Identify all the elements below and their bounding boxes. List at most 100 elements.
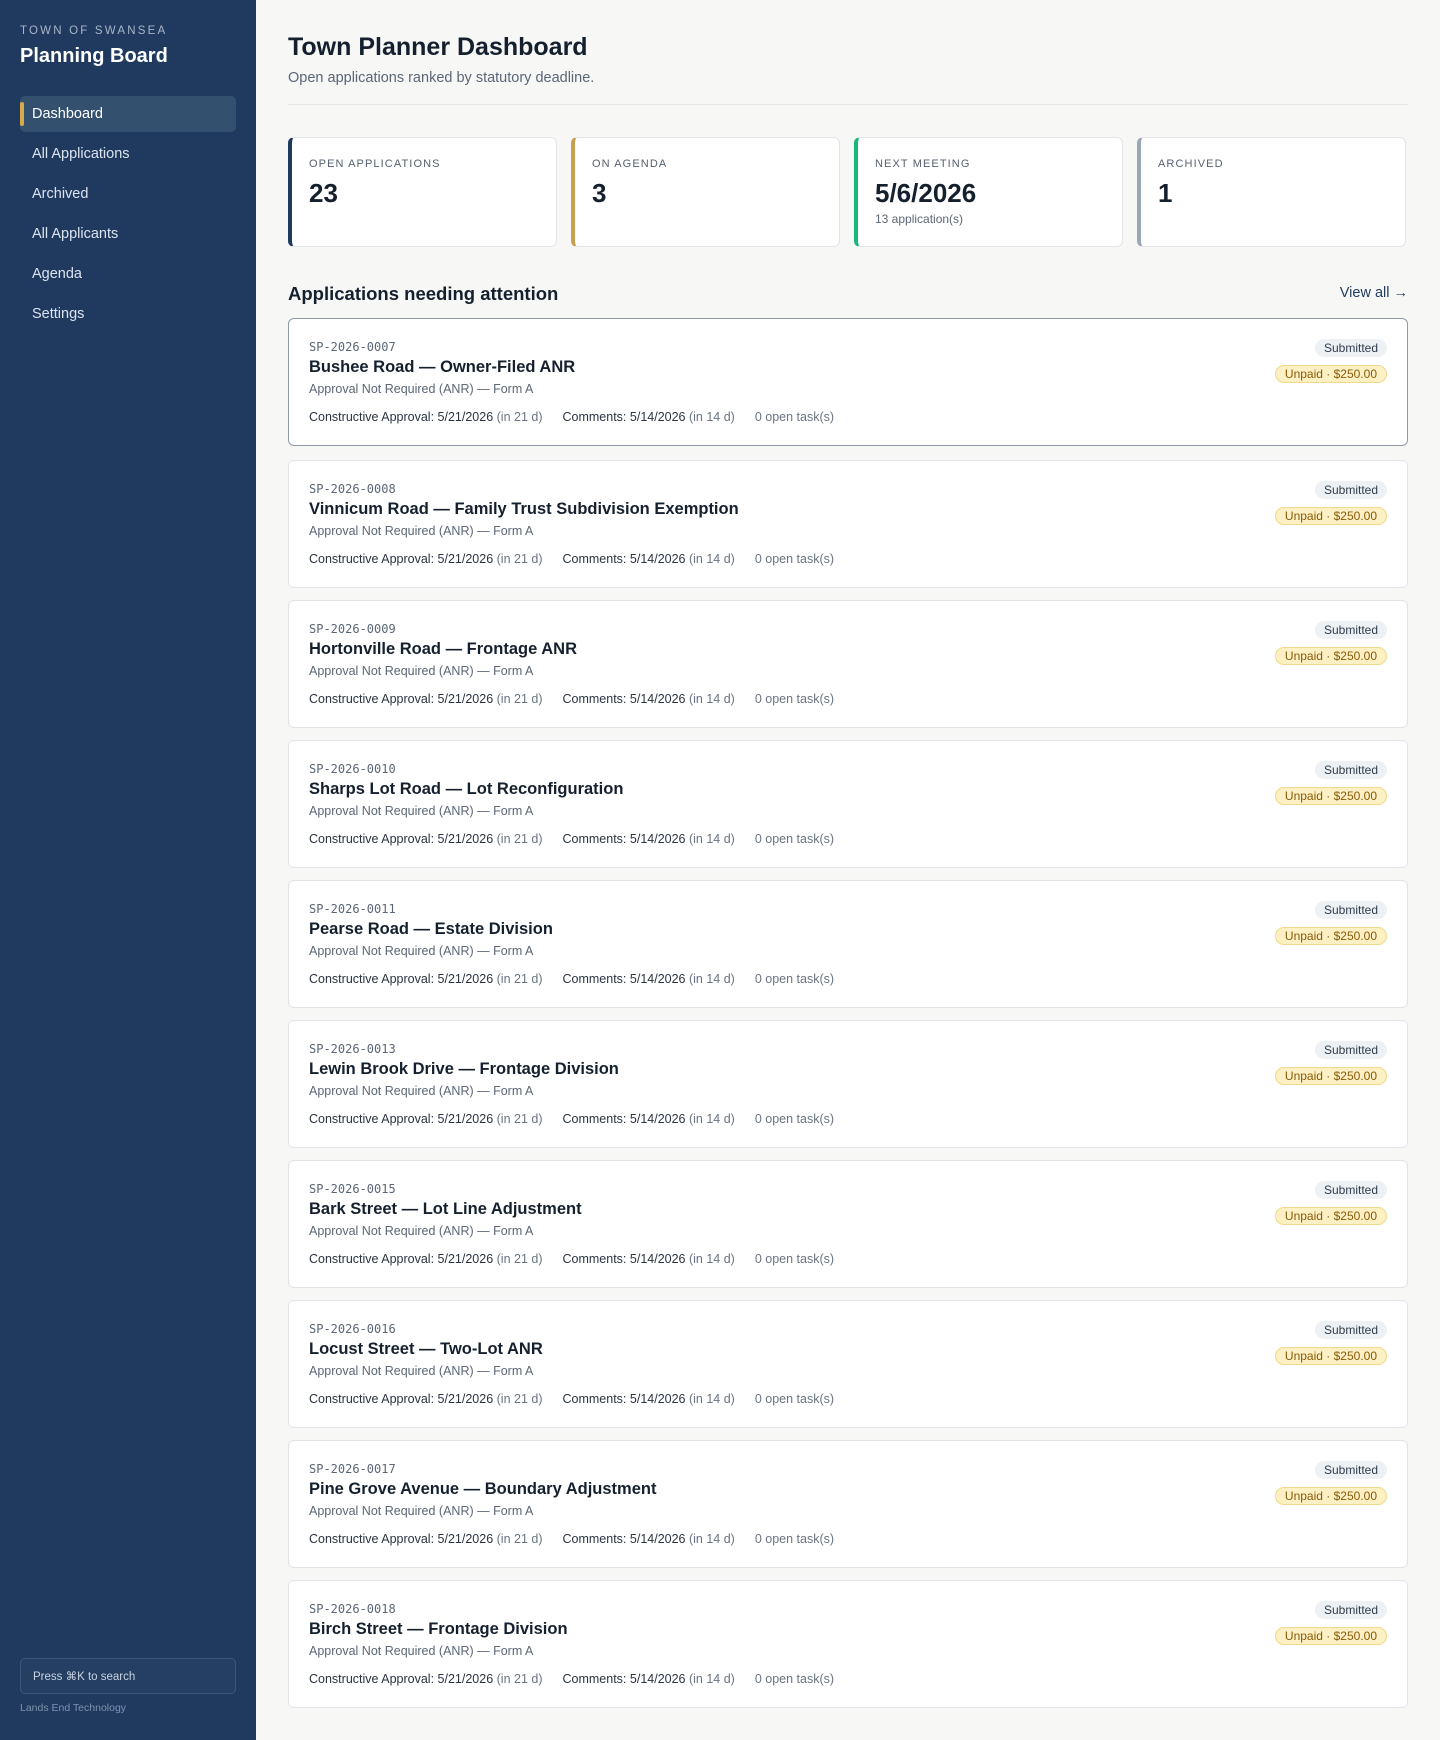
status-badge: Submitted bbox=[1314, 481, 1387, 499]
comments-relative: (in 14 d) bbox=[688, 1252, 735, 1266]
application-type: Approval Not Required (ANR) — Form A bbox=[309, 382, 534, 396]
open-tasks-count: 0 open task(s) bbox=[754, 832, 835, 846]
application-card[interactable]: SP-2026-0010 Sharps Lot Road — Lot Reconf… bbox=[288, 740, 1408, 868]
header-divider bbox=[288, 104, 1408, 105]
constructive-approval-label: Constructive Approval: bbox=[309, 1532, 435, 1546]
open-tasks-count: 0 open task(s) bbox=[754, 972, 835, 986]
application-card[interactable]: SP-2026-0011 Pearse Road — Estate Divisio… bbox=[288, 880, 1408, 1008]
stat-value: 3 bbox=[592, 178, 607, 208]
stats-row: OPEN APPLICATIONS 23 ON AGENDA 3 NEXT ME… bbox=[288, 137, 1408, 247]
application-title[interactable]: Bushee Road — Owner-Filed ANR bbox=[309, 358, 575, 377]
application-title[interactable]: Lewin Brook Drive — Frontage Division bbox=[309, 1060, 619, 1079]
application-deadlines: Constructive Approval: 5/21/2026 (in 21 … bbox=[309, 972, 834, 986]
application-id: SP-2026-0009 bbox=[309, 622, 396, 636]
comments-date: 5/14/2026 bbox=[629, 1672, 686, 1686]
application-card[interactable]: SP-2026-0009 Hortonville Road — Frontage … bbox=[288, 600, 1408, 728]
application-id: SP-2026-0015 bbox=[309, 1182, 396, 1196]
application-title[interactable]: Sharps Lot Road — Lot Reconfiguration bbox=[309, 780, 623, 799]
fee-badge: Unpaid · $250.00 bbox=[1274, 507, 1387, 525]
stat-label: ON AGENDA bbox=[592, 158, 668, 170]
application-card[interactable]: SP-2026-0017 Pine Grove Avenue — Boundary… bbox=[288, 1440, 1408, 1568]
page-subtitle: Open applications ranked by statutory de… bbox=[288, 70, 595, 86]
town-name: TOWN OF SWANSEA bbox=[20, 25, 168, 37]
stat-label: ARCHIVED bbox=[1158, 158, 1224, 170]
comments-date: 5/14/2026 bbox=[629, 972, 686, 986]
comments-label: Comments: bbox=[562, 1392, 627, 1406]
nav-item-all-applicants[interactable]: All Applicants bbox=[20, 216, 236, 252]
application-deadlines: Constructive Approval: 5/21/2026 (in 21 … bbox=[309, 1532, 834, 1546]
fee-badge: Unpaid · $250.00 bbox=[1274, 1067, 1387, 1085]
stat-value: 5/6/2026 bbox=[875, 178, 977, 208]
application-id: SP-2026-0017 bbox=[309, 1462, 396, 1476]
sidebar-nav: Dashboard All Applications Archived All … bbox=[20, 96, 236, 336]
status-badge: Submitted bbox=[1314, 1461, 1387, 1479]
open-tasks-count: 0 open task(s) bbox=[754, 1252, 835, 1266]
status-badge: Submitted bbox=[1314, 339, 1387, 357]
constructive-approval-label: Constructive Approval: bbox=[309, 1672, 435, 1686]
application-title[interactable]: Pearse Road — Estate Division bbox=[309, 920, 553, 939]
search-shortcut-button[interactable]: Press ⌘K to search bbox=[20, 1658, 236, 1694]
nav-item-agenda[interactable]: Agenda bbox=[20, 256, 236, 292]
status-badge: Submitted bbox=[1314, 1321, 1387, 1339]
application-title[interactable]: Bark Street — Lot Line Adjustment bbox=[309, 1200, 582, 1219]
constructive-approval-date: 5/21/2026 bbox=[437, 1672, 494, 1686]
comments-label: Comments: bbox=[562, 1112, 627, 1126]
application-deadlines: Constructive Approval: 5/21/2026 (in 21 … bbox=[309, 552, 834, 566]
comments-relative: (in 14 d) bbox=[688, 552, 735, 566]
nav-item-settings[interactable]: Settings bbox=[20, 296, 236, 332]
application-title[interactable]: Locust Street — Two-Lot ANR bbox=[309, 1340, 543, 1359]
constructive-approval-date: 5/21/2026 bbox=[437, 832, 494, 846]
comments-label: Comments: bbox=[562, 832, 627, 846]
page-title: Town Planner Dashboard bbox=[288, 33, 588, 61]
open-tasks-count: 0 open task(s) bbox=[754, 552, 835, 566]
application-card[interactable]: SP-2026-0018 Birch Street — Frontage Divi… bbox=[288, 1580, 1408, 1708]
application-card[interactable]: SP-2026-0015 Bark Street — Lot Line Adjus… bbox=[288, 1160, 1408, 1288]
status-badge: Submitted bbox=[1314, 1601, 1387, 1619]
constructive-approval-relative: (in 21 d) bbox=[496, 972, 543, 986]
open-tasks-count: 0 open task(s) bbox=[754, 1112, 835, 1126]
nav-item-all-applications[interactable]: All Applications bbox=[20, 136, 236, 172]
constructive-approval-date: 5/21/2026 bbox=[437, 410, 494, 424]
constructive-approval-relative: (in 21 d) bbox=[496, 692, 543, 706]
comments-date: 5/14/2026 bbox=[629, 1112, 686, 1126]
application-card[interactable]: SP-2026-0013 Lewin Brook Drive — Frontage… bbox=[288, 1020, 1408, 1148]
constructive-approval-date: 5/21/2026 bbox=[437, 1392, 494, 1406]
comments-label: Comments: bbox=[562, 410, 627, 424]
application-title[interactable]: Pine Grove Avenue — Boundary Adjustment bbox=[309, 1480, 656, 1499]
comments-relative: (in 14 d) bbox=[688, 1392, 735, 1406]
application-type: Approval Not Required (ANR) — Form A bbox=[309, 524, 534, 538]
application-card[interactable]: SP-2026-0008 Vinnicum Road — Family Trust… bbox=[288, 460, 1408, 588]
application-type: Approval Not Required (ANR) — Form A bbox=[309, 664, 534, 678]
application-id: SP-2026-0008 bbox=[309, 482, 396, 496]
constructive-approval-date: 5/21/2026 bbox=[437, 1532, 494, 1546]
nav-item-dashboard[interactable]: Dashboard bbox=[20, 96, 236, 132]
stat-card-on-agenda: ON AGENDA 3 bbox=[571, 137, 840, 247]
application-deadlines: Constructive Approval: 5/21/2026 (in 21 … bbox=[309, 1672, 834, 1686]
stat-value: 23 bbox=[309, 178, 338, 208]
application-title[interactable]: Hortonville Road — Frontage ANR bbox=[309, 640, 577, 659]
constructive-approval-label: Constructive Approval: bbox=[309, 552, 435, 566]
fee-badge: Unpaid · $250.00 bbox=[1274, 1627, 1387, 1645]
application-title[interactable]: Birch Street — Frontage Division bbox=[309, 1620, 568, 1639]
open-tasks-count: 0 open task(s) bbox=[754, 410, 835, 424]
application-title[interactable]: Vinnicum Road — Family Trust Subdivision… bbox=[309, 500, 739, 519]
view-all-link[interactable]: View all → bbox=[1340, 285, 1408, 301]
application-card[interactable]: SP-2026-0016 Locust Street — Two-Lot ANR A… bbox=[288, 1300, 1408, 1428]
status-badge: Submitted bbox=[1314, 761, 1387, 779]
comments-label: Comments: bbox=[562, 1672, 627, 1686]
application-type: Approval Not Required (ANR) — Form A bbox=[309, 1224, 534, 1238]
comments-label: Comments: bbox=[562, 552, 627, 566]
comments-label: Comments: bbox=[562, 1532, 627, 1546]
application-deadlines: Constructive Approval: 5/21/2026 (in 21 … bbox=[309, 1252, 834, 1266]
comments-date: 5/14/2026 bbox=[629, 552, 686, 566]
nav-item-archived[interactable]: Archived bbox=[20, 176, 236, 212]
app-title: Planning Board bbox=[20, 45, 168, 67]
constructive-approval-relative: (in 21 d) bbox=[496, 832, 543, 846]
application-type: Approval Not Required (ANR) — Form A bbox=[309, 1084, 534, 1098]
constructive-approval-date: 5/21/2026 bbox=[437, 1252, 494, 1266]
stat-subtext: 13 application(s) bbox=[875, 212, 964, 226]
stat-label: OPEN APPLICATIONS bbox=[309, 158, 441, 170]
sidebar: TOWN OF SWANSEA Planning Board Dashboard… bbox=[0, 0, 256, 1740]
comments-relative: (in 14 d) bbox=[688, 410, 735, 424]
application-card[interactable]: SP-2026-0007 Bushee Road — Owner-Filed AN… bbox=[288, 318, 1408, 446]
